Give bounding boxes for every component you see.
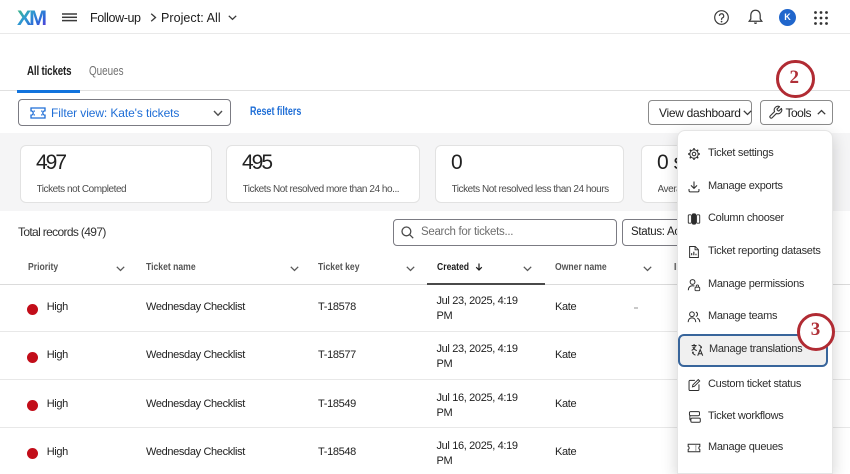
svg-text:XM: XM [17, 8, 47, 28]
